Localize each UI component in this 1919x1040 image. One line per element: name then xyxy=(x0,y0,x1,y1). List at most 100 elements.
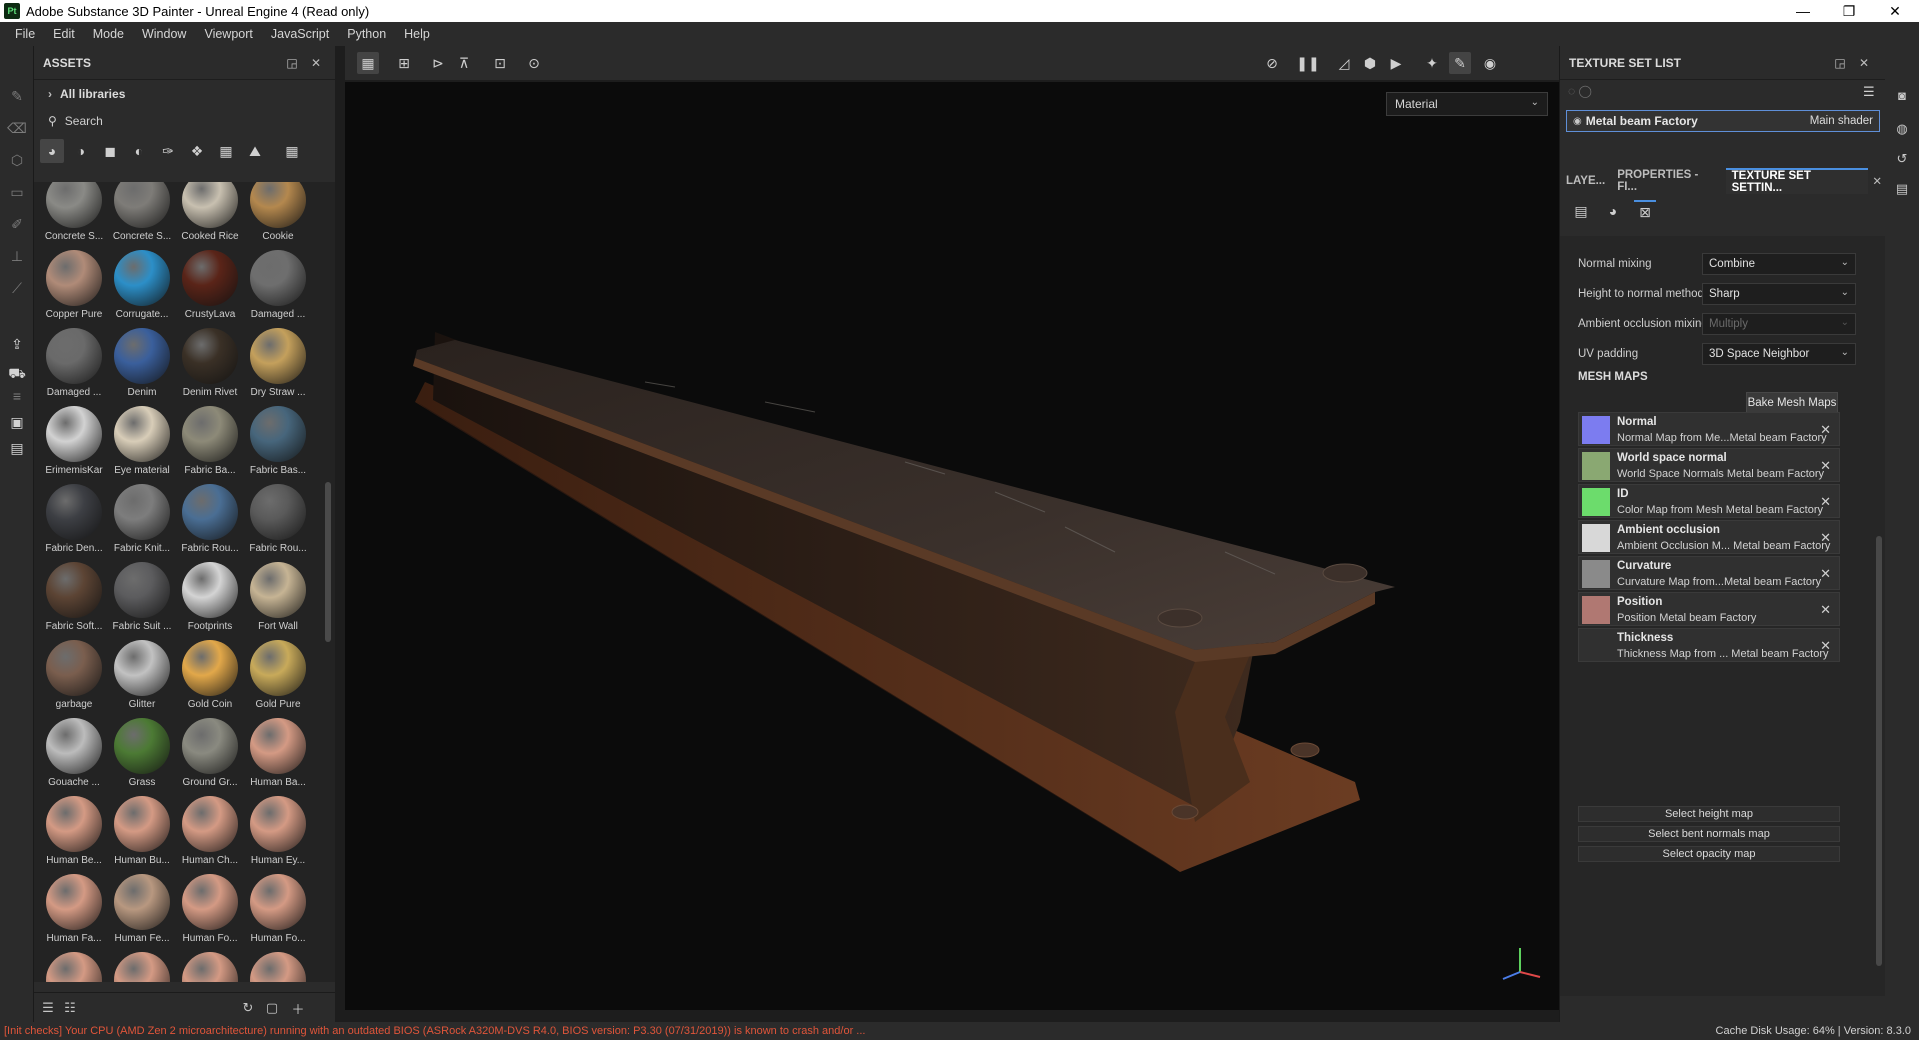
texture-set-icon[interactable]: ▤ xyxy=(1570,200,1592,222)
select-bent-normals-map-button[interactable]: Select bent normals map xyxy=(1578,826,1840,842)
bake-icon[interactable]: ⇪ xyxy=(7,334,27,354)
tab-properties[interactable]: PROPERTIES - FI... xyxy=(1611,168,1725,194)
asset-thumbnail[interactable]: Damaged ... xyxy=(244,246,312,324)
asset-thumbnail[interactable]: Glitter xyxy=(108,636,176,714)
asset-thumbnail[interactable]: Gold Coin xyxy=(176,636,244,714)
texture-set-list-icon[interactable]: ◙ xyxy=(1893,86,1911,104)
asset-thumbnail[interactable]: ErimemisKar xyxy=(40,402,108,480)
asset-thumbnail[interactable]: Fabric Rou... xyxy=(244,480,312,558)
mesh-map-slot[interactable]: Ambient occlusion Ambient Occlusion M... … xyxy=(1578,520,1840,554)
select-opacity-map-button[interactable]: Select opacity map xyxy=(1578,846,1840,862)
paint-brush-icon[interactable]: ✎ xyxy=(7,86,27,106)
shader-icon[interactable]: ◕ xyxy=(1602,200,1624,222)
generators-filter-icon[interactable]: ◐ xyxy=(127,139,151,163)
textures-filter-icon[interactable]: ▦ xyxy=(214,139,238,163)
asset-thumbnail[interactable]: Human Fe... xyxy=(108,870,176,948)
remove-map-icon[interactable]: ✕ xyxy=(1820,458,1831,474)
hide-icon[interactable]: ⊘ xyxy=(1261,52,1283,74)
menu-edit[interactable]: Edit xyxy=(44,27,84,41)
asset-thumbnail[interactable]: Gold Pure xyxy=(244,636,312,714)
remove-map-icon[interactable]: ✕ xyxy=(1820,494,1831,510)
display-icon[interactable]: ▤ xyxy=(7,438,27,458)
asset-thumbnail[interactable]: Fabric Suit ... xyxy=(108,558,176,636)
settings-scrollbar[interactable] xyxy=(1876,536,1882,966)
remove-map-icon[interactable]: ✕ xyxy=(1820,602,1831,618)
close-icon[interactable]: ✕ xyxy=(308,55,324,71)
search-input[interactable]: ⚲ Search xyxy=(34,108,335,134)
align-icon[interactable]: ⊼ xyxy=(453,52,475,74)
grid-view-icon[interactable]: ▦ xyxy=(280,139,304,163)
asset-thumbnail[interactable]: Human Le... xyxy=(108,948,176,982)
asset-thumbnail[interactable]: Damaged ... xyxy=(40,324,108,402)
menu-window[interactable]: Window xyxy=(133,27,195,41)
select-height-map-button[interactable]: Select height map xyxy=(1578,806,1840,822)
asset-thumbnail[interactable]: Fabric Bas... xyxy=(244,402,312,480)
asset-thumbnail[interactable]: Cooked Rice xyxy=(176,182,244,246)
asset-thumbnail[interactable]: Corrugate... xyxy=(108,246,176,324)
environments-filter-icon[interactable]: ⛰ xyxy=(243,139,267,163)
asset-thumbnail[interactable]: garbage xyxy=(40,636,108,714)
maximize-button[interactable]: ❐ xyxy=(1826,0,1872,22)
remove-map-icon[interactable]: ✕ xyxy=(1820,422,1831,438)
close-tab-icon[interactable]: ✕ xyxy=(1868,168,1886,194)
library-selector[interactable]: › All libraries xyxy=(34,80,335,108)
asset-thumbnail[interactable]: Concrete S... xyxy=(108,182,176,246)
asset-thumbnail[interactable]: Ground Gr... xyxy=(176,714,244,792)
remove-map-icon[interactable]: ✕ xyxy=(1820,566,1831,582)
mesh-map-slot[interactable]: Normal Normal Map from Me...Metal beam Fa… xyxy=(1578,412,1840,446)
asset-thumbnail[interactable]: Cookie xyxy=(244,182,312,246)
asset-thumbnail[interactable]: Human Fa... xyxy=(40,870,108,948)
normal-mixing-dropdown[interactable]: Combine ⌄ xyxy=(1702,253,1856,275)
render-icon[interactable]: ✦ xyxy=(1421,52,1443,74)
camera-icon[interactable]: ▶ xyxy=(1385,52,1407,74)
menu-help[interactable]: Help xyxy=(395,27,439,41)
assets-scrollbar[interactable] xyxy=(325,482,331,642)
eye-icon[interactable]: ◉ xyxy=(1573,116,1582,127)
undock-icon[interactable]: ◲ xyxy=(1832,55,1848,71)
asset-thumbnail[interactable]: Human Ey... xyxy=(244,792,312,870)
height-normal-dropdown[interactable]: Sharp ⌄ xyxy=(1702,283,1856,305)
mesh-map-slot[interactable]: Thickness Thickness Map from ... Metal be… xyxy=(1578,628,1840,662)
mesh-map-slot[interactable]: Position Position Metal beam Factory ✕ xyxy=(1578,592,1840,626)
view-2d-icon[interactable]: ◿ xyxy=(1333,52,1355,74)
menu-viewport[interactable]: Viewport xyxy=(195,27,261,41)
minimize-button[interactable]: — xyxy=(1780,0,1826,22)
asset-thumbnail[interactable]: Fabric Den... xyxy=(40,480,108,558)
tab-texture-set-settings[interactable]: TEXTURE SET SETTIN... xyxy=(1725,168,1869,194)
clone-stamp-icon[interactable]: ⊥ xyxy=(7,246,27,266)
menu-icon[interactable]: ☰ xyxy=(1863,84,1875,100)
screenshot-icon[interactable]: ◉ xyxy=(1479,52,1501,74)
masks-filter-icon[interactable]: ◼ xyxy=(98,139,122,163)
asset-thumbnail[interactable]: Human Fo... xyxy=(244,870,312,948)
mesh-map-slot[interactable]: ID Color Map from Mesh Metal beam Factory… xyxy=(1578,484,1840,518)
close-icon[interactable]: ✕ xyxy=(1856,55,1872,71)
mesh-map-slot[interactable]: Curvature Curvature Map from...Metal beam… xyxy=(1578,556,1840,590)
asset-thumbnail[interactable]: Denim Rivet xyxy=(176,324,244,402)
asset-thumbnail[interactable]: Human Be... xyxy=(40,792,108,870)
library-icon[interactable]: ⛟ xyxy=(7,364,27,384)
symmetry-icon[interactable]: ⊳ xyxy=(427,52,449,74)
export-icon[interactable]: ▣ xyxy=(7,412,27,432)
texture-set-shader[interactable]: Main shader xyxy=(1810,115,1873,127)
3d-viewport[interactable]: Material ⌄ xyxy=(345,82,1559,1010)
folder-icon[interactable]: ▢ xyxy=(264,1000,280,1016)
asset-thumbnail[interactable]: Gouache ... xyxy=(40,714,108,792)
frame-icon[interactable]: ⊡ xyxy=(489,52,511,74)
mesh-map-slot[interactable]: World space normal World Space Normals Me… xyxy=(1578,448,1840,482)
history-icon[interactable]: ⊙ xyxy=(523,52,545,74)
asset-thumbnail[interactable]: Footprints xyxy=(176,558,244,636)
asset-thumbnail[interactable]: Dry Straw ... xyxy=(244,324,312,402)
bake-mesh-maps-button[interactable]: Bake Mesh Maps xyxy=(1746,392,1838,414)
menu-mode[interactable]: Mode xyxy=(84,27,133,41)
uv-icon[interactable]: ⊠ xyxy=(1634,200,1656,222)
remove-map-icon[interactable]: ✕ xyxy=(1820,530,1831,546)
asset-thumbnail[interactable]: Human Ne... xyxy=(244,948,312,982)
history-icon[interactable]: ↺ xyxy=(1893,150,1911,168)
remove-map-icon[interactable]: ✕ xyxy=(1820,638,1831,654)
asset-thumbnail[interactable]: Copper Pure xyxy=(40,246,108,324)
list-view-icon[interactable]: ☰ xyxy=(40,1000,56,1016)
status-warning[interactable]: [Init checks] Your CPU (AMD Zen 2 microa… xyxy=(4,1025,865,1037)
asset-thumbnail[interactable]: Fabric Soft... xyxy=(40,558,108,636)
eraser-icon[interactable]: ⌫ xyxy=(7,118,27,138)
texture-set-row[interactable]: ◉ Metal beam Factory Main shader xyxy=(1566,110,1880,132)
